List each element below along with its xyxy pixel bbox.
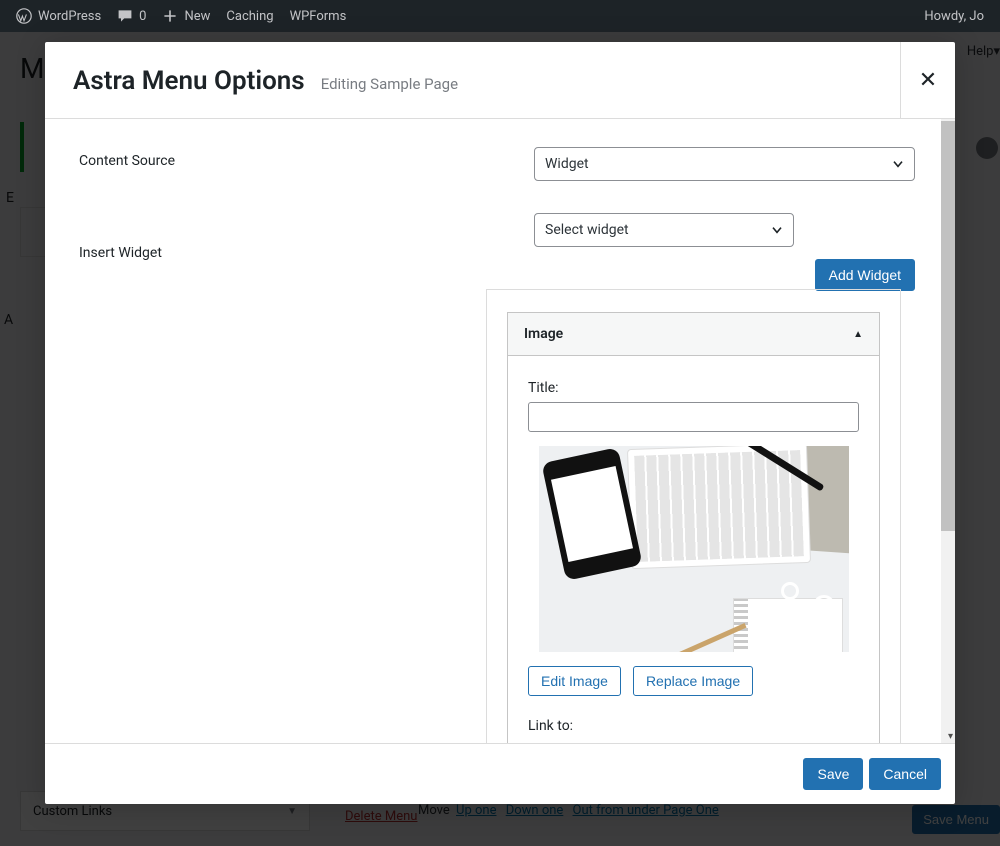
save-button[interactable]: Save — [803, 758, 863, 790]
content-source-value: Widget — [545, 156, 589, 172]
modal-header: Astra Menu Options Editing Sample Page ✕ — [45, 42, 955, 119]
select-widget-value: Select widget — [545, 222, 629, 238]
widget-panel: Image ▲ Title: Edit Image — [486, 289, 901, 743]
widget-body: Title: Edit Image Replace Image Link to — [507, 356, 880, 743]
scroll-down-arrow[interactable]: ▾ — [948, 731, 953, 742]
chevron-down-icon — [890, 156, 906, 176]
admin-bar-caching[interactable]: Caching — [218, 0, 281, 32]
admin-bar-new[interactable]: New — [154, 0, 218, 32]
title-label: Title: — [528, 380, 859, 396]
admin-bar-howdy-label: Howdy, Jo — [924, 9, 984, 24]
insert-widget-label: Insert Widget — [79, 213, 534, 261]
close-button[interactable]: ✕ — [900, 42, 955, 118]
modal-body: ▴ ▾ Content Source Widget Insert Widget … — [45, 119, 955, 743]
content-source-label: Content Source — [79, 147, 534, 169]
insert-widget-row: Insert Widget Select widget Add Widget — [79, 213, 915, 291]
add-widget-button[interactable]: Add Widget — [815, 259, 915, 291]
image-actions: Edit Image Replace Image — [528, 666, 859, 696]
admin-bar: WordPress 0 New Caching WPForms Howdy, J… — [0, 0, 1000, 32]
admin-bar-howdy[interactable]: Howdy, Jo — [916, 0, 992, 32]
admin-bar-site-label: WordPress — [38, 9, 101, 24]
admin-bar-comments-count: 0 — [139, 9, 146, 24]
comment-icon — [117, 8, 133, 24]
modal-footer: Save Cancel — [45, 743, 955, 804]
modal-title: Astra Menu Options — [73, 66, 305, 96]
scrollbar-track[interactable]: ▴ ▾ — [941, 119, 955, 743]
admin-bar-wpforms[interactable]: WPForms — [282, 0, 355, 32]
select-widget-select[interactable]: Select widget — [534, 213, 794, 247]
cancel-button[interactable]: Cancel — [869, 758, 941, 790]
link-to-label: Link to: — [528, 718, 859, 734]
admin-bar-caching-label: Caching — [226, 9, 273, 24]
wordpress-icon — [16, 8, 32, 24]
admin-bar-new-label: New — [184, 9, 210, 24]
content-source-select[interactable]: Widget — [534, 147, 915, 181]
modal-subtitle: Editing Sample Page — [321, 75, 458, 93]
widget-header-title: Image — [524, 326, 563, 342]
image-preview — [539, 446, 849, 652]
content-source-row: Content Source Widget — [79, 147, 915, 181]
admin-bar-site[interactable]: WordPress — [8, 0, 109, 32]
widget-header[interactable]: Image ▲ — [507, 312, 880, 356]
astra-menu-modal: Astra Menu Options Editing Sample Page ✕… — [45, 42, 955, 804]
close-icon: ✕ — [919, 68, 937, 93]
edit-image-button[interactable]: Edit Image — [528, 666, 621, 696]
collapse-up-icon: ▲ — [853, 329, 863, 340]
chevron-down-icon — [769, 222, 785, 242]
replace-image-button[interactable]: Replace Image — [633, 666, 753, 696]
scrollbar-thumb[interactable] — [941, 121, 955, 531]
plus-icon — [162, 8, 178, 24]
admin-bar-wpforms-label: WPForms — [290, 9, 347, 24]
admin-bar-comments[interactable]: 0 — [109, 0, 154, 32]
title-input[interactable] — [528, 402, 859, 432]
